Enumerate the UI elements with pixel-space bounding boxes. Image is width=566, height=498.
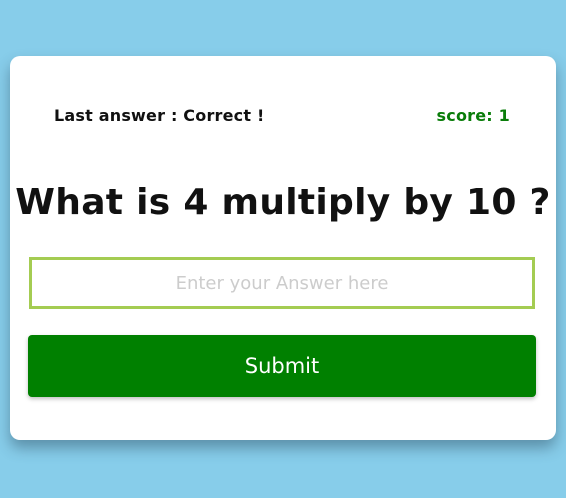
quiz-card: Last answer : Correct ! score: 1 What is… bbox=[10, 56, 556, 440]
last-answer-status: Last answer : Correct ! bbox=[54, 105, 265, 125]
score-display: score: 1 bbox=[436, 105, 510, 125]
question-text: What is 4 multiply by 10 ? bbox=[15, 182, 551, 223]
page-background: { "status": { "last_answer": "Last answe… bbox=[0, 0, 566, 498]
answer-input[interactable] bbox=[29, 257, 535, 309]
status-row: Last answer : Correct ! score: 1 bbox=[54, 103, 510, 127]
submit-button[interactable]: Submit bbox=[28, 335, 536, 397]
